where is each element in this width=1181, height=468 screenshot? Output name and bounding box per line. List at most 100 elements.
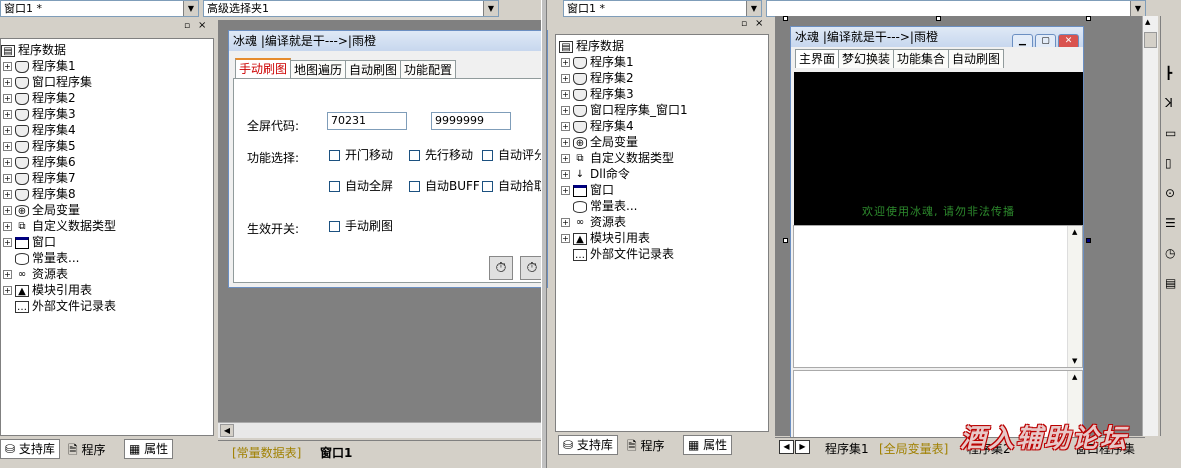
tree-root[interactable]: ▤ 程序数据 [559, 38, 624, 54]
doc-tab-global-vars[interactable]: [全局变量表] [879, 440, 948, 457]
expand-icon[interactable]: + [561, 122, 570, 131]
expand-icon[interactable]: + [3, 62, 12, 71]
code-input-2[interactable]: 9999999 [431, 112, 511, 130]
check-auto-pickup[interactable]: 自动拾取 [482, 180, 546, 193]
tree-item[interactable]: + 程序集3 [3, 106, 76, 122]
tree-item[interactable]: + 窗口 [561, 182, 614, 198]
tree-root[interactable]: ▤ 程序数据 [1, 42, 66, 58]
tree-item[interactable]: + 程序集4 [3, 122, 76, 138]
expand-icon[interactable]: + [561, 170, 570, 179]
tree-item[interactable]: + 窗口 [3, 234, 56, 250]
expand-icon[interactable]: + [3, 286, 12, 295]
tree-item[interactable]: + 程序集1 [561, 54, 634, 70]
expand-icon[interactable]: + [3, 222, 12, 231]
expand-icon[interactable]: + [561, 58, 570, 67]
log-textbox-1[interactable]: ▲ ▼ [793, 225, 1083, 368]
check-open-door-move[interactable]: 开门移动 [329, 149, 393, 162]
tab-program[interactable]: 🗎 程序 [64, 441, 110, 461]
expand-icon[interactable]: + [561, 154, 570, 163]
scroll-up-icon[interactable]: ▲ [1145, 18, 1150, 26]
close-icon[interactable]: × [755, 18, 763, 29]
tree-item[interactable]: + ⊕ 全局变量 [3, 202, 80, 218]
tab-scroll-left-icon[interactable]: ◀ [779, 440, 794, 454]
edit-tool-icon[interactable]: ▭ [1165, 126, 1176, 140]
checkbox[interactable] [329, 181, 340, 192]
tab-properties[interactable]: ▦ 属性 [683, 435, 733, 455]
selector-combo-left[interactable]: 高级选择夹1 ▼ [203, 0, 499, 17]
scroll-up-icon[interactable]: ▲ [1072, 373, 1077, 381]
expand-icon[interactable]: + [3, 78, 12, 87]
check-auto-buff[interactable]: 自动BUFF [409, 180, 480, 193]
tab-functions[interactable]: 功能集合 [893, 49, 950, 68]
scroll-left-icon[interactable]: ◀ [220, 424, 234, 437]
tree-item[interactable]: + ↓ Dll命令 [561, 166, 630, 182]
radio-tool-icon[interactable]: ⊙ [1165, 186, 1175, 200]
tab-support-lib[interactable]: ⛁ 支持库 [558, 435, 618, 455]
resize-handle[interactable] [936, 16, 941, 21]
expand-icon[interactable]: + [561, 74, 570, 83]
tree-item[interactable]: + 程序集1 [3, 58, 76, 74]
expand-icon[interactable]: + [561, 106, 570, 115]
vscroll[interactable]: ▲ ▼ [1067, 226, 1082, 367]
tree-item[interactable]: + ∞ 资源表 [561, 214, 626, 230]
checkbox[interactable] [482, 150, 493, 161]
float-icon[interactable]: ▫ [741, 19, 747, 29]
check-auto-fullscreen[interactable]: 自动全屏 [329, 180, 393, 193]
expand-icon[interactable]: + [561, 234, 570, 243]
expand-icon[interactable]: + [561, 186, 570, 195]
checkbox[interactable] [329, 221, 340, 232]
checkbox[interactable] [329, 150, 340, 161]
tree-item[interactable]: … 外部文件记录表 [3, 298, 116, 314]
stopwatch-icon[interactable]: ⏱ [489, 256, 513, 280]
expand-icon[interactable]: + [3, 206, 12, 215]
tree-item[interactable]: + 程序集4 [561, 118, 634, 134]
tree-item[interactable]: + 窗口程序集 [3, 74, 92, 90]
checkbox[interactable] [482, 181, 493, 192]
tab-auto-brush[interactable]: 自动刷图 [345, 60, 402, 79]
tree-item[interactable]: + 程序集2 [3, 90, 76, 106]
maximize-icon[interactable]: ▢ [1035, 34, 1056, 47]
doc-tab-constants[interactable]: [常量数据表] [232, 444, 301, 461]
tab-scroll-right-icon[interactable]: ▶ [795, 440, 810, 454]
tab-auto-brush[interactable]: 自动刷图 [948, 49, 1005, 68]
tab-support-lib[interactable]: ⛁ 支持库 [0, 439, 60, 459]
scroll-down-icon[interactable]: ▼ [1072, 357, 1077, 365]
combo-tool-icon[interactable]: ▤ [1165, 276, 1176, 290]
right-vscroll[interactable]: ▲ [1142, 16, 1158, 436]
expand-icon[interactable]: + [3, 142, 12, 151]
minimize-icon[interactable]: ▁ [1012, 34, 1033, 47]
tree-item[interactable]: + ⧉ 自定义数据类型 [561, 150, 674, 166]
chevron-down-icon[interactable]: ▼ [746, 1, 761, 16]
check-advance-move[interactable]: 先行移动 [409, 149, 473, 162]
tree-item[interactable]: + 程序集3 [561, 86, 634, 102]
selector-combo-right[interactable]: ▼ [766, 0, 1146, 17]
label-tool-icon[interactable]: ꓘ [1165, 96, 1173, 110]
tree-item[interactable]: + ∞ 资源表 [3, 266, 68, 282]
close-icon[interactable]: × [198, 20, 206, 31]
tab-program[interactable]: 🗎 程序 [623, 437, 669, 457]
form-window-1[interactable]: 冰魂 |编译就是干--->|雨橙 手动刷图 地图遍历 自动刷图 功能配置 全屏代码: … [228, 30, 548, 288]
window-combo-left[interactable]: 窗口1 * ▼ [0, 0, 199, 17]
resize-handle[interactable] [1086, 16, 1091, 21]
expand-icon[interactable]: + [3, 174, 12, 183]
expand-icon[interactable]: + [3, 94, 12, 103]
expand-icon[interactable]: + [561, 218, 570, 227]
check-manual-brush[interactable]: 手动刷图 [329, 220, 393, 233]
tree-item[interactable]: + ⊕ 全局变量 [561, 134, 638, 150]
tree-item[interactable]: + ▲ 模块引用表 [561, 230, 650, 246]
chevron-down-icon[interactable]: ▼ [483, 1, 498, 16]
chevron-down-icon[interactable]: ▼ [1130, 1, 1145, 16]
tree-item[interactable]: + 程序集7 [3, 170, 76, 186]
doc-tab-program-set1[interactable]: 程序集1 [825, 440, 869, 457]
tree-item[interactable]: + ▲ 模块引用表 [3, 282, 92, 298]
expand-icon[interactable]: + [3, 110, 12, 119]
checkbox[interactable] [409, 150, 420, 161]
tree-item[interactable]: + ⧉ 自定义数据类型 [3, 218, 116, 234]
tab-manual-brush[interactable]: 手动刷图 [235, 58, 292, 79]
tree-item[interactable]: + 程序集6 [3, 154, 76, 170]
expand-icon[interactable]: + [3, 190, 12, 199]
float-icon[interactable]: ▫ [184, 21, 190, 31]
expand-icon[interactable]: + [3, 126, 12, 135]
window-combo-right[interactable]: 窗口1 * ▼ [563, 0, 762, 17]
timer-tool-icon[interactable]: ◷ [1165, 246, 1175, 260]
